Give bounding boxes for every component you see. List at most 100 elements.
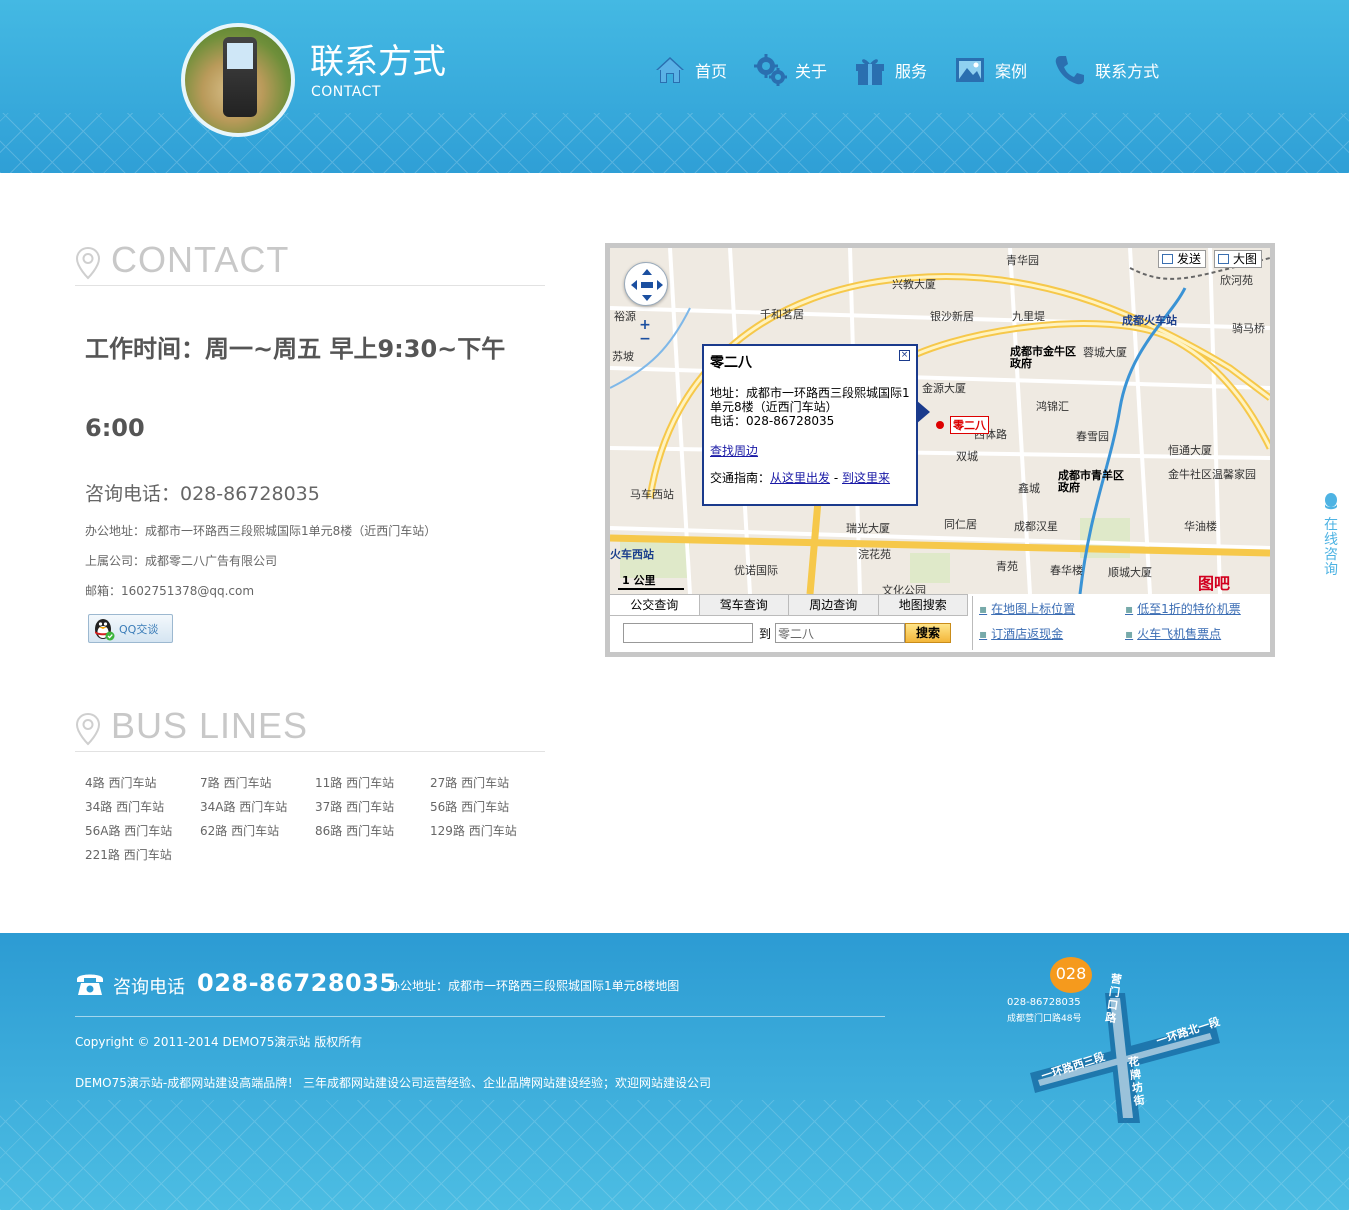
nav-about[interactable]: 关于 [753,50,827,90]
footer-address: 办公地址：成都市一环路西三段熙城国际1单元8楼地图 [388,979,680,993]
consult-phone: 咨询电话：028-86728035 [85,483,320,505]
online-consult-label: 在线咨询 [1324,517,1338,578]
cheap-flights-link[interactable]: 低至1折的特价机票 [1125,600,1241,617]
location-marker-label[interactable]: 零二八 [950,416,989,434]
bus-lines-list: 4路 西门车站 7路 西门车站 11路 西门车站 27路 西门车站 34路 西门… [85,774,545,864]
map-tabs: 公交查询 驾车查询 周边查询 地图搜索 [610,594,968,616]
phone-screen [227,43,253,69]
nav-home[interactable]: 首页 [653,50,727,90]
home-icon [656,57,684,83]
map-label: 裕源 [614,310,636,323]
phone-icon [1055,56,1085,85]
nav-services-label: 服务 [895,62,928,81]
route-destination-input[interactable] [775,623,906,643]
map-label: 金牛社区温馨家园 [1168,468,1256,481]
hotel-cashback-link[interactable]: 订酒店返现金 [979,625,1063,642]
map-label: 成都市金牛区政府 [1010,345,1076,370]
map-label: 瑞光大厦 [846,522,890,535]
map-label: 银沙新居 [930,310,974,323]
gift-icon [856,59,885,85]
route-origin-input[interactable] [623,623,753,643]
route-to-here-link[interactable]: 到这里来 [842,471,890,485]
route-search-button[interactable]: 搜索 [905,623,952,643]
site-header: 联系方式 CONTACT 首页 关于 服务 案例 联系方式 [0,0,1349,173]
map-label: 鑫城 [1018,482,1040,495]
map-label: 同仁居 [944,518,977,531]
close-icon[interactable]: × [899,350,910,361]
tab-drive-query[interactable]: 驾车查询 [700,595,789,615]
bus-line: 56路 西门车站 [430,800,510,814]
nav-cases[interactable]: 案例 [953,50,1027,90]
footer-copyright: Copyright © 2011-2014 DEMO75演示站 版权所有 [75,1035,363,1049]
qq-penguin-icon [95,618,115,640]
nav-home-label: 首页 [695,62,728,81]
map-widget: 发送 大图 + − 兴教大厦 银沙新居 九里堤 成都火车站 成都市金牛区政府 蓉… [605,243,1275,657]
map-label: 恒通大厦 [1168,444,1212,457]
pan-arrows-icon [631,269,663,301]
tab-map-search[interactable]: 地图搜索 [879,595,968,615]
map-label: 兴教大厦 [892,278,936,291]
qq-chat-label: QQ交谈 [119,622,159,636]
bus-line: 56A路 西门车站 [85,824,173,838]
find-nearby-link[interactable]: 查找周边 [710,444,758,458]
map-links: 在地图上标位置 低至1折的特价机票 订酒店返现金 火车飞机售票点 [972,596,1272,650]
info-tel: 电话：028-86728035 [710,414,835,428]
bus-line: 34路 西门车站 [85,800,165,814]
route-separator: - [830,471,842,485]
map-label: 蓉城大厦 [1083,346,1127,359]
parent-company: 上属公司：成都零二八广告有限公司 [85,554,278,568]
qq-chat-button[interactable]: QQ交谈 [88,614,173,643]
route-from-here-link[interactable]: 从这里出发 [770,471,830,485]
bus-line: 34A路 西门车站 [200,800,288,814]
bus-line: 221路 西门车站 [85,848,172,862]
footer-map-bubble: 028 [1050,957,1092,993]
email: 邮箱：1602751378@qq.com [85,584,255,598]
map-label: 马车西站 [630,488,674,501]
map-label: 鸿锦汇 [1036,400,1069,413]
map-fullscreen-button[interactable]: 大图 [1214,250,1263,268]
footer-slogan: DEMO75演示站-成都网站建设高端品牌！ 三年成都网站建设公司运营经验、企业品… [75,1076,712,1090]
map-label: 浣花苑 [858,548,891,561]
info-window-pointer [916,400,930,424]
nav-contact[interactable]: 联系方式 [1053,50,1159,90]
tab-bus-query[interactable]: 公交查询 [610,595,700,615]
info-title: 零二八 [710,355,752,371]
info-address: 地址：成都市一环路西三段熙城国际1单元8楼（近西门车站） [710,386,910,414]
map-fullscreen-label: 大图 [1233,252,1258,266]
map-label: 春雪园 [1076,430,1109,443]
bus-heading: BUS LINES [75,708,545,752]
ticket-office-link[interactable]: 火车飞机售票点 [1125,625,1221,642]
location-marker[interactable] [936,421,944,429]
office-address: 办公地址：成都市一环路西三段熙城国际1单元8楼（近西门车站） [85,524,437,538]
map-label: 青苑 [996,560,1018,573]
map-label: 成都汉星 [1014,520,1058,533]
map-pan-control[interactable] [624,262,668,306]
zoom-out-button[interactable]: − [638,332,652,346]
map-label: 春华楼 [1050,564,1083,577]
map-label: 成都市青羊区政府 [1058,469,1124,494]
tab-nearby-query[interactable]: 周边查询 [789,595,879,615]
nav-contact-label: 联系方式 [1095,62,1160,81]
zoom-in-button[interactable]: + [638,318,652,332]
contact-heading: CONTACT [75,242,545,286]
site-footer: 咨询电话 028-86728035 办公地址：成都市一环路西三段熙城国际1单元8… [0,933,1349,1210]
route-search-row: 到 搜索 [623,623,952,643]
mark-location-link[interactable]: 在地图上标位置 [979,600,1075,617]
route-to-label: 到 [759,626,772,641]
work-hours: 工作时间：周一~周五 早上9:30~下午6:00 [85,335,506,442]
qq-icon [1325,493,1337,510]
bus-line: 11路 西门车站 [315,776,395,790]
map-send-button[interactable]: 发送 [1158,250,1207,268]
main-nav: 首页 关于 服务 案例 联系方式 [653,50,1185,90]
map-label: 优诺国际 [734,564,778,577]
map-label: 九里堤 [1012,310,1045,323]
map-label: 文化公园 [882,584,926,594]
map-canvas[interactable]: 发送 大图 + − 兴教大厦 银沙新居 九里堤 成都火车站 成都市金牛区政府 蓉… [610,248,1270,594]
map-scale: 1 公里 [618,572,684,590]
page-subtitle: CONTACT [311,84,381,100]
map-label: 双城 [956,450,978,463]
page-title: 联系方式 [310,42,446,82]
traffic-guide-label: 交通指南： [710,471,771,485]
nav-services[interactable]: 服务 [853,50,927,90]
online-consult-tab[interactable]: 在线咨询 [1320,492,1342,582]
